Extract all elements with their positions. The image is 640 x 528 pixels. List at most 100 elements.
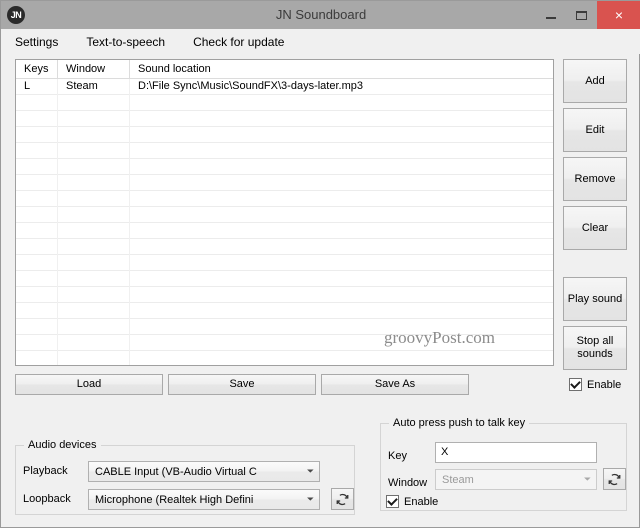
menu-item-settings[interactable]: Settings: [15, 35, 58, 49]
playback-device-select[interactable]: CABLE Input (VB-Audio Virtual C ⏷: [88, 461, 320, 482]
save-button[interactable]: Save: [168, 374, 316, 395]
table-row[interactable]: [16, 351, 553, 366]
cell-empty: [58, 351, 130, 366]
table-row[interactable]: [16, 303, 553, 319]
sound-list[interactable]: Keys Window Sound location L Steam D:\Fi…: [15, 59, 554, 366]
loopback-device-select[interactable]: Microphone (Realtek High Defini ⏷: [88, 489, 320, 510]
loopback-device-value: Microphone (Realtek High Defini: [89, 494, 302, 506]
cell-empty: [16, 175, 58, 191]
edit-button[interactable]: Edit: [563, 108, 627, 152]
cell-empty: [130, 111, 553, 127]
refresh-audio-devices-button[interactable]: [331, 488, 354, 510]
cell-empty: [130, 175, 553, 191]
cell-empty: [130, 351, 553, 366]
list-body: L Steam D:\File Sync\Music\SoundFX\3-day…: [16, 79, 553, 366]
stop-all-sounds-label: Stop all sounds: [577, 335, 614, 361]
add-button[interactable]: Add: [563, 59, 627, 103]
ptt-enable-checkbox[interactable]: [386, 495, 399, 508]
chevron-down-icon: ⏷: [579, 475, 596, 484]
cell-empty: [58, 303, 130, 319]
cell-empty: [130, 191, 553, 207]
app-window: JN JN Soundboard × Settings Text-to-spee…: [0, 0, 640, 528]
cell-empty: [58, 239, 130, 255]
cell-empty: [58, 287, 130, 303]
cell-empty: [16, 319, 58, 335]
cell-empty: [130, 127, 553, 143]
table-row[interactable]: [16, 159, 553, 175]
ptt-enable-row[interactable]: Enable: [386, 495, 438, 508]
push-to-talk-title: Auto press push to talk key: [389, 417, 529, 429]
soundboard-enable-checkbox[interactable]: [569, 378, 582, 391]
refresh-window-list-button[interactable]: [603, 468, 626, 490]
table-row[interactable]: [16, 207, 553, 223]
column-header-sound-location[interactable]: Sound location: [130, 60, 553, 79]
cell-empty: [58, 127, 130, 143]
soundboard-enable-row[interactable]: Enable: [569, 378, 621, 391]
table-row[interactable]: [16, 255, 553, 271]
cell-empty: [58, 255, 130, 271]
table-row[interactable]: [16, 175, 553, 191]
cell-empty: [58, 175, 130, 191]
load-button[interactable]: Load: [15, 374, 163, 395]
table-row[interactable]: [16, 335, 553, 351]
cell-empty: [16, 223, 58, 239]
cell-empty: [58, 271, 130, 287]
table-row[interactable]: [16, 143, 553, 159]
minimize-button[interactable]: [535, 1, 566, 29]
stop-all-line2: sounds: [577, 348, 612, 360]
table-row[interactable]: [16, 127, 553, 143]
stop-all-sounds-button[interactable]: Stop all sounds: [563, 326, 627, 370]
table-row[interactable]: [16, 191, 553, 207]
menu-item-text-to-speech[interactable]: Text-to-speech: [86, 35, 165, 49]
cell-empty: [130, 335, 553, 351]
table-row[interactable]: [16, 319, 553, 335]
menu-item-check-for-update[interactable]: Check for update: [193, 35, 284, 49]
cell-empty: [16, 143, 58, 159]
close-button[interactable]: ×: [597, 1, 640, 29]
cell-empty: [58, 143, 130, 159]
cell-empty: [16, 271, 58, 287]
table-row[interactable]: [16, 95, 553, 111]
table-row[interactable]: [16, 111, 553, 127]
soundboard-enable-label: Enable: [587, 379, 621, 391]
loopback-label: Loopback: [23, 493, 71, 505]
cell-empty: [16, 303, 58, 319]
cell-keys: L: [16, 79, 58, 95]
remove-button[interactable]: Remove: [563, 157, 627, 201]
cell-empty: [16, 191, 58, 207]
cell-empty: [58, 95, 130, 111]
ptt-key-label: Key: [388, 450, 407, 462]
maximize-button[interactable]: [566, 1, 597, 29]
table-row[interactable]: [16, 287, 553, 303]
cell-empty: [16, 207, 58, 223]
column-header-window[interactable]: Window: [58, 60, 130, 79]
ptt-key-input[interactable]: X: [435, 442, 597, 463]
ptt-window-value: Steam: [436, 474, 579, 486]
maximize-icon: [576, 11, 587, 20]
table-row[interactable]: [16, 239, 553, 255]
cell-empty: [16, 287, 58, 303]
cell-empty: [130, 223, 553, 239]
cell-empty: [58, 223, 130, 239]
playback-label: Playback: [23, 465, 68, 477]
cell-sound-location: D:\File Sync\Music\SoundFX\3-days-later.…: [130, 79, 553, 95]
cell-empty: [58, 207, 130, 223]
table-row[interactable]: [16, 223, 553, 239]
cell-empty: [16, 95, 58, 111]
play-sound-button[interactable]: Play sound: [563, 277, 627, 321]
cell-empty: [130, 143, 553, 159]
cell-empty: [16, 255, 58, 271]
cell-empty: [16, 111, 58, 127]
cell-empty: [58, 335, 130, 351]
menu-bar: Settings Text-to-speech Check for update: [1, 29, 640, 54]
cell-empty: [130, 255, 553, 271]
playback-device-value: CABLE Input (VB-Audio Virtual C: [89, 466, 302, 478]
ptt-window-select[interactable]: Steam ⏷: [435, 469, 597, 490]
empty-rows: [16, 95, 553, 366]
table-row[interactable]: L Steam D:\File Sync\Music\SoundFX\3-day…: [16, 79, 553, 95]
save-as-button[interactable]: Save As: [321, 374, 469, 395]
cell-empty: [16, 127, 58, 143]
column-header-keys[interactable]: Keys: [16, 60, 58, 79]
clear-button[interactable]: Clear: [563, 206, 627, 250]
table-row[interactable]: [16, 271, 553, 287]
